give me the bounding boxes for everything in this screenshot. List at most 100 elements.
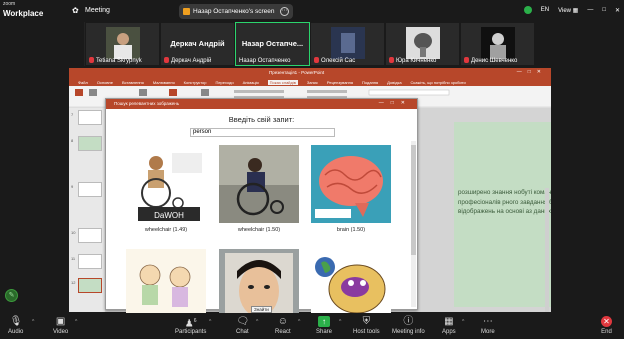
participant-name: Юра Кичненко [389, 57, 436, 64]
participant-tile[interactable]: Деркач Андрій Деркач Андрій [160, 22, 235, 66]
participant-name-text: Tetiana Skrypnyk [96, 58, 142, 64]
host-tools-icon: ⛨ [362, 316, 371, 327]
react-chevron-icon[interactable]: ^ [298, 319, 300, 325]
dialog-title: Пошук релевантних зображень [114, 101, 180, 106]
slide-thumbnail[interactable] [78, 228, 102, 243]
encryption-shield-icon[interactable] [523, 6, 532, 14]
scrollbar-thumb[interactable] [411, 145, 416, 255]
maximize-window-icon[interactable]: □ [602, 7, 606, 13]
share-button[interactable]: ↑ Share [316, 316, 332, 335]
participants-button[interactable]: ♟6 Participants [175, 316, 206, 335]
ppt-tab[interactable]: Рецензування [327, 80, 353, 85]
ppt-tell-me[interactable]: Скажіть, що потрібно зробити [411, 80, 466, 85]
ppt-tab-selected[interactable]: Показ слайдів [267, 79, 298, 85]
dialog-window-controls[interactable]: —□✕ [379, 100, 412, 106]
end-label: End [601, 329, 612, 335]
ppt-tab[interactable]: Вставлення [122, 80, 144, 85]
screen-share-pill[interactable]: Назар Остапченко's screen ⋯ [179, 4, 293, 19]
participant-tile[interactable]: Tetiana Skrypnyk [85, 22, 160, 66]
participant-tile[interactable]: Олексій Сас [310, 22, 385, 66]
view-label: View [558, 7, 571, 14]
tooltip: Знайти [251, 306, 272, 313]
ppt-tab[interactable]: Конструктор [184, 80, 207, 85]
share-icon: ↑ [318, 316, 330, 327]
query-input[interactable]: person [190, 128, 335, 137]
participant-name-text: Денис Шевченко [471, 58, 518, 64]
annotate-pen-icon[interactable]: ✎ [5, 289, 18, 302]
react-button[interactable]: ☺ React [275, 316, 291, 335]
participants-count: 6 [193, 318, 197, 324]
audio-button[interactable]: 🎙 Audio [8, 316, 23, 335]
participant-video [331, 27, 365, 59]
participant-name: Tetiana Skrypnyk [89, 57, 142, 64]
thumb-number: 10 [71, 230, 76, 235]
apps-icon: ▦ [444, 316, 454, 327]
dialog-body: Введіть свій запит: person DaWOH wheelch… [106, 109, 417, 327]
more-options-icon[interactable]: ⋯ [280, 7, 289, 16]
slide-thumbnail[interactable] [78, 182, 102, 197]
react-label: React [275, 329, 291, 335]
video-off-icon: ▣ [55, 316, 66, 327]
thumb-number: 8 [71, 138, 74, 143]
participant-tile[interactable]: Юра Кичненко [385, 22, 460, 66]
slide-body-text: розширено знання нобуті команді професіо… [458, 189, 551, 215]
thumb-number: 9 [71, 184, 74, 189]
view-button[interactable]: View ▦ [558, 7, 578, 14]
svg-text:DaWOH: DaWOH [154, 211, 184, 220]
ppt-tab[interactable]: Переходи [215, 80, 233, 85]
mic-icon: 🎙 [9, 316, 23, 327]
video-button[interactable]: ▣ Video [53, 316, 68, 335]
screen-share-label: Назар Остапченко's screen [193, 8, 275, 15]
zoom-window: zoom Workplace ✿ Meeting Назар Остапченк… [0, 0, 624, 339]
chat-chevron-icon[interactable]: ^ [256, 319, 258, 325]
participant-video [106, 27, 140, 59]
ppt-tab[interactable]: Запис [307, 80, 318, 85]
participant-tile-active-speaker[interactable]: Назар Остапче... Назар Остапченко [235, 22, 310, 66]
chat-button[interactable]: 🗨 Chat [236, 316, 249, 335]
current-slide[interactable]: розширено знання нобуті команді професіо… [454, 122, 551, 307]
meeting-info-button[interactable]: ⓘ Meeting info [392, 316, 425, 335]
dialog-title-bar: Пошук релевантних зображень —□✕ [106, 99, 417, 109]
ppt-ribbon-tabs: Файл Основне Вставлення Малювання Констр… [69, 78, 551, 86]
participants-label: Participants [175, 329, 207, 335]
language-indicator[interactable]: EN [541, 7, 549, 13]
screen-share-icon [183, 8, 190, 15]
video-options-chevron-icon[interactable]: ^ [75, 319, 77, 325]
participant-name: Олексій Сас [314, 57, 355, 64]
thumb-number: 12 [71, 280, 76, 285]
slide-thumbnail[interactable] [78, 254, 102, 269]
share-chevron-icon[interactable]: ^ [339, 319, 341, 325]
audio-options-chevron-icon[interactable]: ^ [32, 319, 34, 325]
ppt-scrollbar[interactable] [545, 188, 549, 312]
host-tools-label: Host tools [353, 329, 380, 335]
participant-tile[interactable]: Денис Шевченко [460, 22, 535, 66]
dialog-scrollbar[interactable] [411, 141, 416, 307]
end-meeting-button[interactable]: ✕ End [601, 316, 612, 335]
ppt-tab[interactable]: Малювання [153, 80, 175, 85]
participant-big-name: Деркач Андрій [170, 39, 225, 48]
mic-muted-icon [464, 57, 469, 63]
ppt-tab[interactable]: Анімація [243, 80, 259, 85]
participant-big-name: Назар Остапче... [241, 39, 304, 48]
slide-thumbnail-selected[interactable] [78, 278, 102, 293]
ppt-tab[interactable]: Файл [78, 80, 88, 85]
more-button[interactable]: ⋯ More [481, 316, 495, 335]
apps-button[interactable]: ▦ Apps [442, 316, 456, 335]
result-image [311, 145, 391, 223]
chat-icon: 🗨 [236, 316, 250, 327]
more-label: More [481, 329, 495, 335]
participants-chevron-icon[interactable]: ^ [209, 319, 211, 325]
apps-chevron-icon[interactable]: ^ [462, 319, 464, 325]
participant-name-text: Назар Остапченко [239, 58, 291, 64]
end-icon: ✕ [601, 316, 612, 327]
ppt-tab[interactable]: Основне [97, 80, 113, 85]
close-window-icon[interactable]: ✕ [615, 7, 620, 14]
host-tools-button[interactable]: ⛨ Host tools [353, 316, 380, 335]
minimize-window-icon[interactable]: — [587, 7, 593, 13]
ppt-tab[interactable]: Довідка [387, 80, 401, 85]
slide-thumbnail[interactable] [78, 110, 102, 125]
ppt-window-controls[interactable]: —□✕ [517, 69, 547, 75]
slide-thumbnail[interactable] [78, 136, 102, 151]
ppt-tab[interactable]: Подання [362, 80, 378, 85]
audio-label: Audio [8, 329, 24, 335]
